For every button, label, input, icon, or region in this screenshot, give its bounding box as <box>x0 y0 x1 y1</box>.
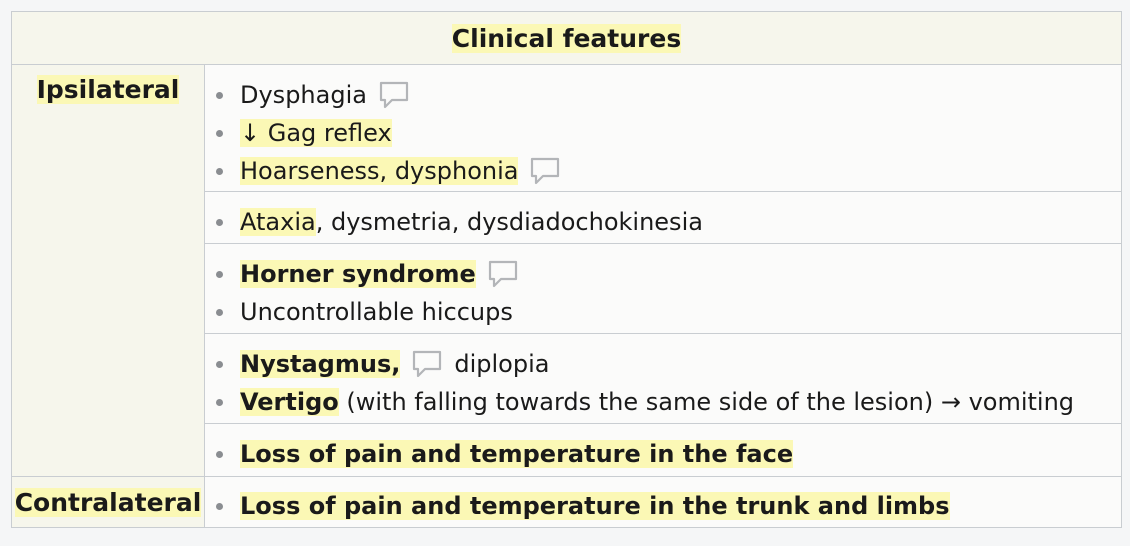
ipsilateral-content: Dysphagia ↓ Gag reflex Hoarseness, dysph… <box>205 65 1121 476</box>
bullet-icon <box>216 360 223 368</box>
list-item: Hoarseness, dysphonia <box>216 152 1121 190</box>
item-bold-text: Nystagmus, <box>240 350 401 378</box>
item-text: Horner syndrome <box>240 260 476 288</box>
clinical-features-table: Clinical features Ipsilateral Dysphagia … <box>11 11 1122 528</box>
list-item: ↓ Gag reflex <box>216 114 1121 152</box>
feature-group: Horner syndrome Uncontrollable hiccups <box>205 244 1121 334</box>
item-text: Loss of pain and temperature in the trun… <box>240 492 950 520</box>
bullet-icon <box>216 308 223 316</box>
comment-icon[interactable] <box>530 157 560 185</box>
item-text: (with falling towards the same side of t… <box>338 388 1075 416</box>
bullet-icon <box>216 450 223 458</box>
ipsilateral-label: Ipsilateral <box>36 75 180 104</box>
item-text: Hoarseness, dysphonia <box>240 157 519 185</box>
comment-icon[interactable] <box>488 260 518 288</box>
bullet-icon <box>216 167 223 175</box>
ipsilateral-label-cell: Ipsilateral <box>12 65 205 476</box>
comment-icon[interactable] <box>412 350 442 378</box>
item-text: ↓ Gag reflex <box>240 119 392 147</box>
feature-group: Loss of pain and temperature in the trun… <box>205 477 1121 527</box>
bullet-icon <box>216 218 223 226</box>
feature-group: Nystagmus, diplopia Vertigo (with fallin… <box>205 334 1121 424</box>
list-item: Dysphagia <box>216 76 1121 114</box>
contralateral-label: Contralateral <box>14 487 202 517</box>
item-text: Dysphagia <box>240 81 367 109</box>
feature-group: Dysphagia ↓ Gag reflex Hoarseness, dysph… <box>205 65 1121 192</box>
list-item: Loss of pain and temperature in the face <box>216 435 1121 473</box>
table-header: Clinical features <box>12 12 1121 65</box>
contralateral-row: Contralateral Loss of pain and temperatu… <box>12 476 1121 527</box>
item-text: , dysmetria, dysdiadochokinesia <box>315 208 703 236</box>
bullet-icon <box>216 129 223 137</box>
item-text: Loss of pain and temperature in the face <box>240 440 794 468</box>
list-item: Nystagmus, diplopia <box>216 345 1121 383</box>
item-text: diplopia <box>454 350 550 378</box>
ipsilateral-row: Ipsilateral Dysphagia ↓ Gag reflex Hoars… <box>12 65 1121 476</box>
item-text: Uncontrollable hiccups <box>240 298 513 326</box>
bullet-icon <box>216 398 223 406</box>
list-item: Horner syndrome <box>216 255 1121 293</box>
bullet-icon <box>216 91 223 99</box>
list-item: Ataxia, dysmetria, dysdiadochokinesia <box>216 203 1121 241</box>
bullet-icon <box>216 502 223 510</box>
comment-icon[interactable] <box>379 81 409 109</box>
contralateral-label-cell: Contralateral <box>12 477 205 527</box>
list-item: Vertigo (with falling towards the same s… <box>216 383 1121 421</box>
list-item: Uncontrollable hiccups <box>216 293 1121 331</box>
item-highlight-text: Ataxia <box>240 208 316 236</box>
bullet-icon <box>216 270 223 278</box>
feature-group: Loss of pain and temperature in the face <box>205 424 1121 476</box>
list-item: Loss of pain and temperature in the trun… <box>216 487 1121 525</box>
item-bold-text: Vertigo <box>240 388 339 416</box>
feature-group: Ataxia, dysmetria, dysdiadochokinesia <box>205 192 1121 244</box>
header-title: Clinical features <box>451 23 682 53</box>
contralateral-content: Loss of pain and temperature in the trun… <box>205 477 1121 527</box>
